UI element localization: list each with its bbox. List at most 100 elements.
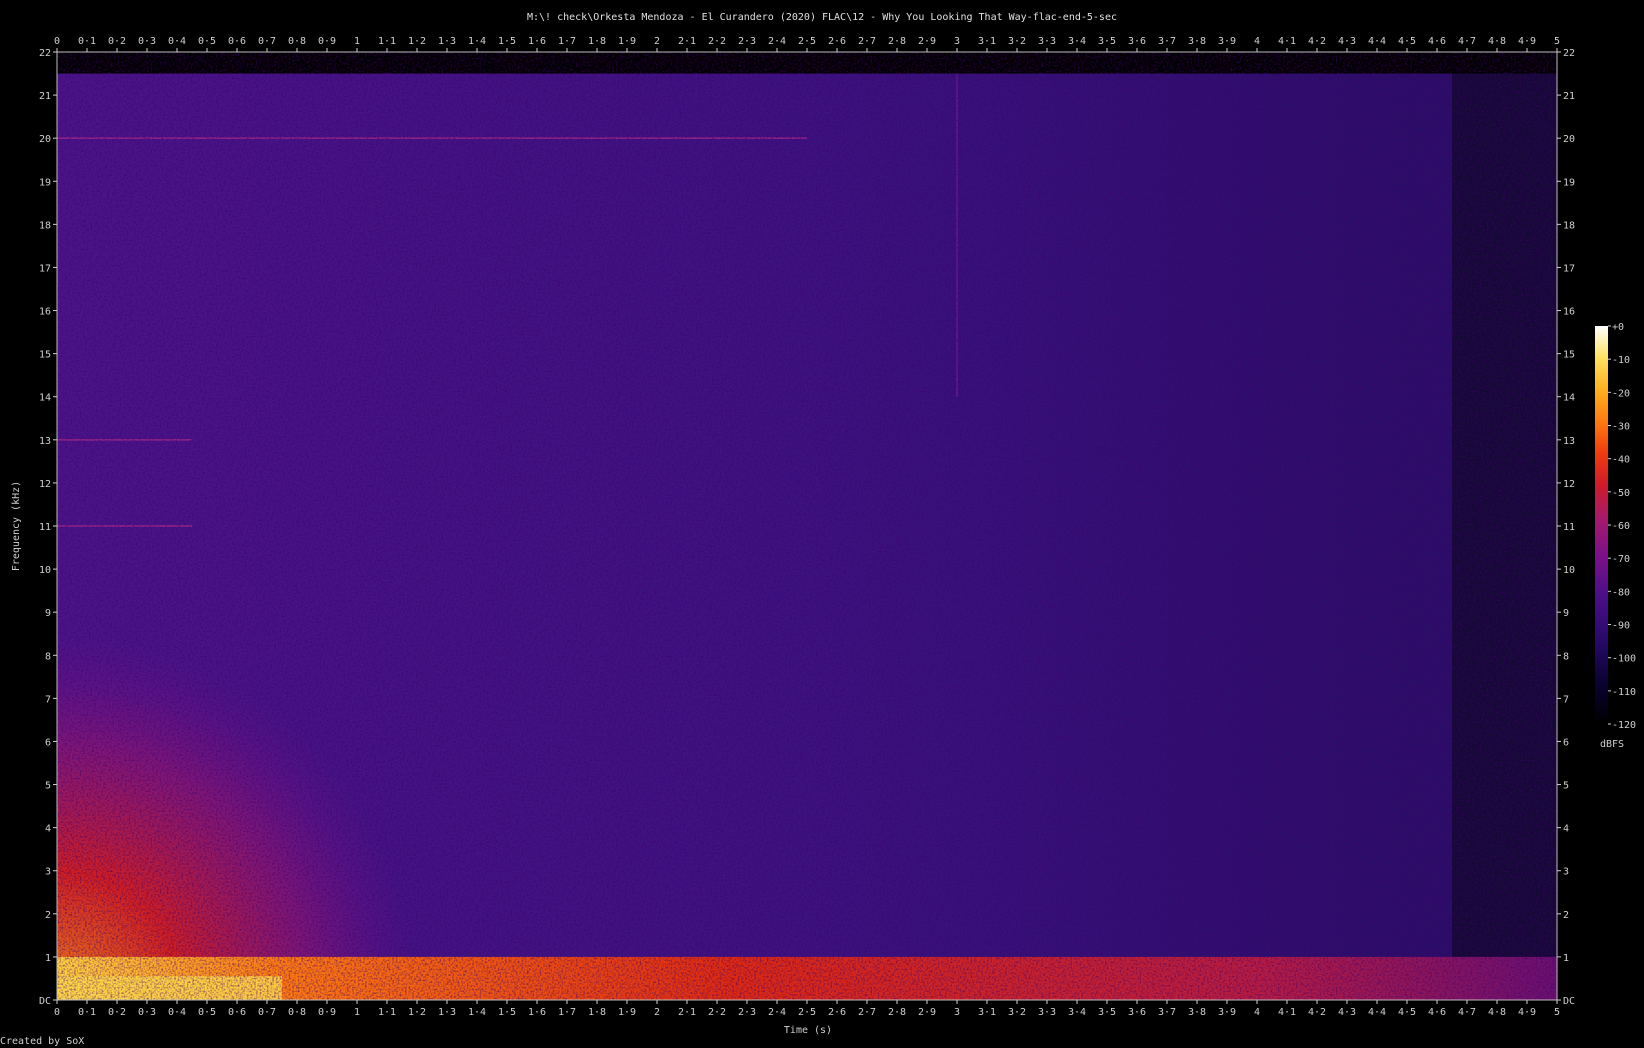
y-tick-label: 2: [45, 910, 51, 921]
x-tick-label: 2·7: [858, 1007, 876, 1018]
x-tick-label: 1·8: [588, 36, 606, 47]
x-tick-label: 3·2: [1008, 1007, 1026, 1018]
x-tick-label: 2: [654, 1007, 660, 1018]
x-tick-label: 3·8: [1188, 1007, 1206, 1018]
y-tick-label: 19: [39, 177, 51, 188]
x-tick-label: 3·4: [1068, 1007, 1086, 1018]
y-tick-label: 12: [39, 479, 51, 490]
x-tick-label: 5: [1554, 1007, 1560, 1018]
x-tick-label: 3·7: [1158, 1007, 1176, 1018]
x-tick-label: 2·3: [738, 1007, 756, 1018]
y-tick-label: 10: [39, 565, 51, 576]
y-tick-label: 20: [39, 134, 51, 145]
y-tick-label: 6: [1563, 737, 1569, 748]
x-tick-label: 1·6: [528, 1007, 546, 1018]
y-tick-label: 7: [1563, 694, 1569, 705]
y-tick-label: 11: [1563, 522, 1575, 533]
y-tick-label: 1: [1563, 953, 1569, 964]
x-tick-label: 2·2: [708, 1007, 726, 1018]
x-tick-label: 3·6: [1128, 1007, 1146, 1018]
y-tick-label: 18: [1563, 220, 1575, 231]
x-tick-label: 1·4: [468, 1007, 486, 1018]
x-tick-label: 1·2: [408, 1007, 426, 1018]
colorbar-tick-label: -30: [1612, 422, 1630, 433]
y-tick-label: 14: [1563, 393, 1575, 404]
x-tick-label: 4·2: [1308, 1007, 1326, 1018]
y-tick-label: 14: [39, 393, 51, 404]
y-tick-label: 9: [45, 608, 51, 619]
y-tick-label: 15: [39, 350, 51, 361]
chart-title: M:\! check\Orkesta Mendoza - El Curander…: [527, 12, 1117, 23]
x-tick-label: 3·9: [1218, 36, 1236, 47]
colorbar-tick-label: -80: [1612, 587, 1630, 598]
x-tick-label: 1·9: [618, 1007, 636, 1018]
x-tick-label: 1: [354, 1007, 360, 1018]
x-axis-label: Time (s): [784, 1025, 832, 1036]
x-tick-label: 0·8: [288, 1007, 306, 1018]
x-tick-label: 1·8: [588, 1007, 606, 1018]
x-tick-label: 3·3: [1038, 36, 1056, 47]
x-tick-label: 0·1: [78, 36, 96, 47]
y-tick-label: 11: [39, 522, 51, 533]
y-tick-label: 16: [39, 307, 51, 318]
x-tick-label: 2·6: [828, 36, 846, 47]
x-tick-label: 4·1: [1278, 36, 1296, 47]
y-tick-label: 3: [1563, 867, 1569, 878]
y-tick-label: 20: [1563, 134, 1575, 145]
colorbar-tick-label: -10: [1612, 355, 1630, 366]
x-tick-label: 0·6: [228, 36, 246, 47]
colorbar-tick-label: -70: [1612, 554, 1630, 565]
x-tick-label: 0·3: [138, 36, 156, 47]
x-tick-label: 4: [1254, 1007, 1260, 1018]
colorbar: +0 -10 -20 -30 -40 -50 -60 -70 -80 -90 -100 -110 -12…: [1595, 322, 1636, 750]
y-tick-label: 7: [45, 694, 51, 705]
x-tick-label: 0·9: [318, 36, 336, 47]
colorbar-tick-label: -120: [1612, 720, 1636, 731]
x-tick-label: 2·9: [918, 36, 936, 47]
x-tick-label: 2·1: [678, 36, 696, 47]
colorbar-tick-label: -50: [1612, 488, 1630, 499]
x-tick-label: 1·4: [468, 36, 486, 47]
x-tick-label: 1·7: [558, 36, 576, 47]
x-tick-label: 2·9: [918, 1007, 936, 1018]
x-tick-label: 2: [654, 36, 660, 47]
x-tick-label: 4·7: [1458, 1007, 1476, 1018]
y-tick-label: 21: [39, 91, 51, 102]
x-tick-label: 0: [54, 1007, 60, 1018]
y-tick-label: 5: [45, 781, 51, 792]
x-tick-label: 4·8: [1488, 1007, 1506, 1018]
y-tick-label: 17: [39, 263, 51, 274]
x-tick-label: 3·9: [1218, 1007, 1236, 1018]
x-tick-label: 1·6: [528, 36, 546, 47]
x-tick-label: 2·6: [828, 1007, 846, 1018]
colorbar-ticks: +0 -10 -20 -30 -40 -50 -60 -70 -80 -90 -100 -110 -12…: [1608, 322, 1636, 731]
y-tick-label: 1: [45, 953, 51, 964]
colorbar-tick-label: +0: [1612, 322, 1624, 333]
x-tick-label: 4·2: [1308, 36, 1326, 47]
x-tick-label: 2·5: [798, 36, 816, 47]
x-tick-label: 0·9: [318, 1007, 336, 1018]
x-tick-label: 2·8: [888, 36, 906, 47]
x-tick-label: 0·4: [168, 1007, 186, 1018]
x-tick-label: 1·3: [438, 36, 456, 47]
x-tick-label: 3: [954, 36, 960, 47]
footer-credit: Created by SoX: [0, 1036, 84, 1047]
x-tick-label: 0·3: [138, 1007, 156, 1018]
y-axis-left-ticks: DC12345678910111213141516171819202122: [39, 48, 57, 1007]
y-tick-label: DC: [1563, 996, 1575, 1007]
x-tick-label: 4·5: [1398, 1007, 1416, 1018]
y-tick-label: 16: [1563, 307, 1575, 318]
x-tick-label: 2·4: [768, 1007, 786, 1018]
x-tick-label: 4·6: [1428, 1007, 1446, 1018]
x-tick-label: 1·5: [498, 1007, 516, 1018]
x-tick-label: 0·7: [258, 36, 276, 47]
x-tick-label: 1·1: [378, 36, 396, 47]
x-tick-label: 2·7: [858, 36, 876, 47]
x-tick-label: 4·4: [1368, 36, 1386, 47]
y-tick-label: 10: [1563, 565, 1575, 576]
colorbar-tick-label: -90: [1612, 621, 1630, 632]
y-tick-label: 8: [1563, 651, 1569, 662]
x-axis-top-ticks: 0 0·1 0·2 0·3 0·4 0·5 0·6 0·7 0·8 0·9 1 1·1 1·2 1·3 1·…: [54, 36, 1560, 52]
x-tick-label: 3·7: [1158, 36, 1176, 47]
spectrogram-plot-area: [56, 51, 1558, 1001]
